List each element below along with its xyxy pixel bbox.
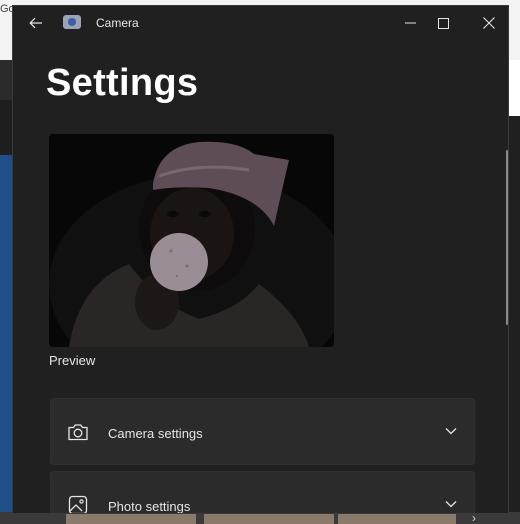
camera-window: Camera Settings Preview Camera settings … — [12, 5, 509, 514]
image-icon — [68, 495, 88, 513]
back-button[interactable] — [23, 6, 49, 40]
chevron-down-icon — [445, 501, 457, 508]
preview-photo — [49, 134, 334, 347]
background-right-panel — [508, 60, 520, 524]
background-left-image — [0, 100, 12, 524]
background-thumbnail — [66, 514, 196, 524]
photo-settings-expander[interactable]: Photo settings — [50, 471, 475, 514]
camera-settings-label: Camera settings — [108, 426, 203, 441]
maximize-button[interactable] — [426, 6, 460, 40]
camera-icon — [68, 424, 88, 441]
camera-settings-expander[interactable]: Camera settings — [50, 398, 475, 465]
back-arrow-icon — [29, 17, 42, 29]
background-left-dark — [0, 100, 12, 155]
background-thumbnail — [338, 514, 456, 524]
chevron-down-icon — [445, 428, 457, 435]
camera-preview-image — [49, 134, 334, 347]
window-title: Camera — [96, 16, 139, 30]
close-button[interactable] — [472, 6, 506, 40]
minimize-button[interactable] — [393, 6, 427, 40]
minimize-icon — [404, 22, 416, 24]
maximize-icon — [437, 17, 449, 29]
photo-settings-label: Photo settings — [108, 499, 191, 514]
camera-app-icon — [63, 15, 81, 29]
close-icon — [483, 17, 495, 29]
title-bar: Camera — [13, 6, 508, 40]
background-right-white — [508, 60, 520, 116]
background-thumbnail — [204, 514, 334, 524]
page-title: Settings — [46, 62, 199, 104]
preview-label: Preview — [49, 353, 96, 368]
scrollbar[interactable] — [506, 150, 508, 325]
